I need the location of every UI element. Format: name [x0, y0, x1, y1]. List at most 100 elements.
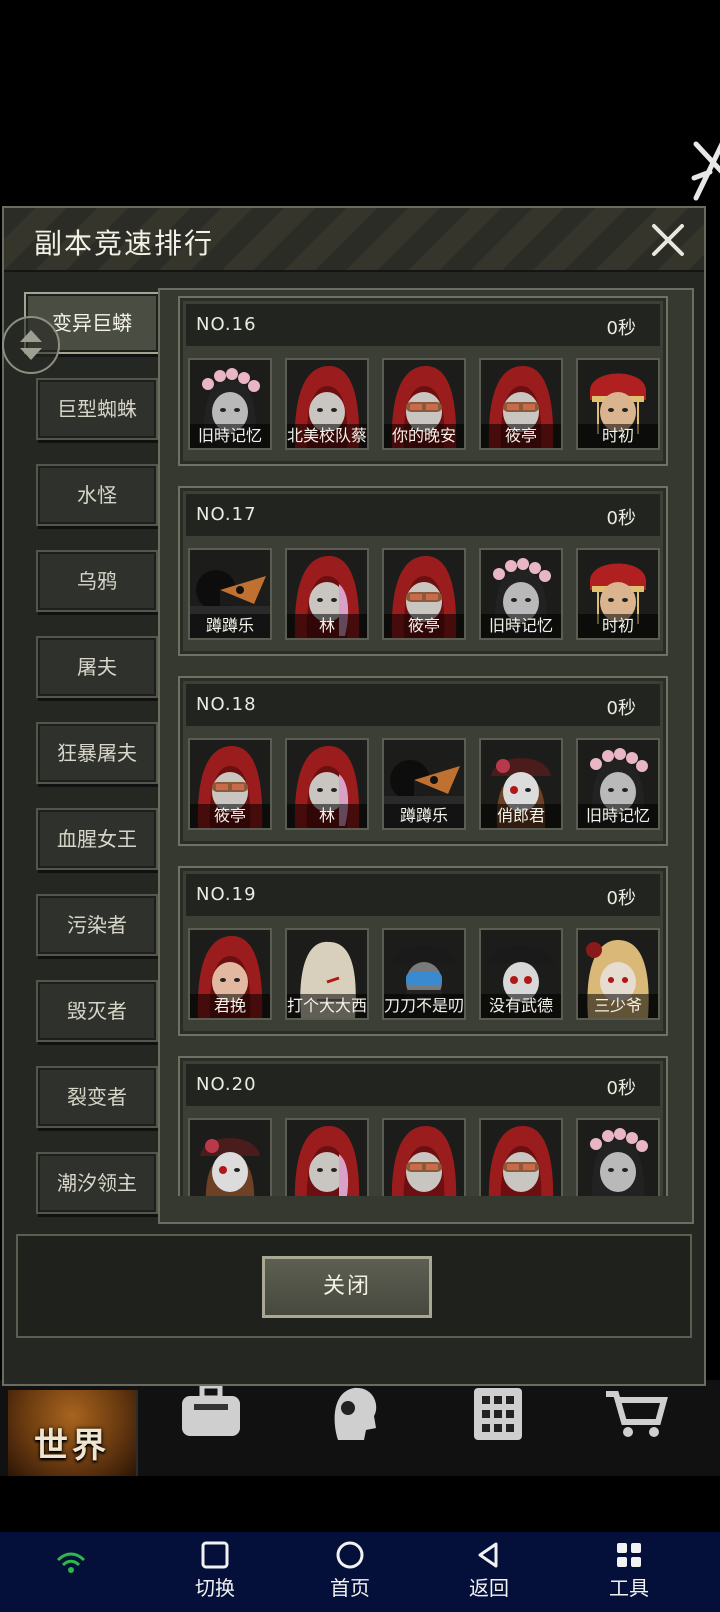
player-avatar[interactable]: 筱亭 — [479, 358, 563, 450]
player-avatar[interactable] — [576, 1118, 660, 1196]
floating-scroll-handle[interactable] — [2, 316, 60, 374]
wifi-icon — [56, 1552, 86, 1573]
player-avatar[interactable]: 三少爷 — [576, 928, 660, 1020]
player-name: 筱亭 — [384, 614, 464, 638]
close-icon[interactable] — [648, 220, 688, 260]
category-item[interactable]: 裂变者 — [36, 1066, 158, 1128]
back-button[interactable]: 返回 — [444, 1540, 534, 1601]
player-avatar[interactable]: 旧時记忆 — [479, 548, 563, 640]
player-avatar[interactable]: 俏郎君 — [479, 738, 563, 830]
player-name: 刀刀不是叨叨 — [384, 994, 464, 1018]
ranking-group: NO.20 0秒 — [178, 1056, 668, 1196]
rank-number: NO.16 — [196, 314, 257, 335]
rank-number: NO.18 — [196, 694, 257, 715]
player-name: 君挽 — [190, 994, 270, 1018]
player-avatar[interactable]: 君挽 — [188, 928, 272, 1020]
player-avatar[interactable]: 筱亭 — [382, 548, 466, 640]
player-avatar[interactable]: 打个大大西 — [285, 928, 369, 1020]
crossed-swords-icon[interactable] — [690, 138, 720, 206]
character-icon[interactable] — [318, 1382, 388, 1442]
player-name: 筱亭 — [481, 424, 561, 448]
game-bottom-nav: 世界 — [0, 1380, 720, 1476]
player-avatar[interactable]: 林 — [285, 738, 369, 830]
rank-number: NO.19 — [196, 884, 257, 905]
switch-button[interactable]: 切换 — [170, 1540, 260, 1601]
ranking-panel[interactable]: NO.16 0秒 旧時记忆 北美校队蔡 你的晚安 筱亭 时初 NO.17 0秒 蹲蹲乐林筱亭 旧時记… — [158, 288, 694, 1224]
circle-icon — [336, 1541, 364, 1569]
rank-number: NO.20 — [196, 1074, 257, 1095]
player-avatar[interactable] — [188, 1118, 272, 1196]
player-name: 三少爷 — [578, 994, 658, 1018]
category-item[interactable]: 水怪 — [36, 464, 158, 526]
player-name: 没有武德 — [481, 994, 561, 1018]
category-item[interactable]: 狂暴屠夫 — [36, 722, 158, 784]
player-name: 旧時记忆 — [481, 614, 561, 638]
player-name: 北美校队蔡 — [287, 424, 367, 448]
home-button[interactable]: 首页 — [305, 1540, 395, 1601]
category-item[interactable]: 屠夫 — [36, 636, 158, 698]
red-hood-pink-portrait — [287, 1120, 367, 1196]
clear-time: 0秒 — [606, 698, 636, 719]
player-name: 林 — [287, 804, 367, 828]
player-avatar[interactable]: 时初 — [576, 548, 660, 640]
up-down-arrows-icon — [20, 330, 42, 360]
home-label: 首页 — [330, 1576, 370, 1600]
dialog-footer: 关闭 — [16, 1234, 692, 1338]
ranking-group: NO.16 0秒旧時记忆 北美校队蔡 你的晚安 筱亭 时初 — [178, 296, 668, 466]
red-hood-goggles-portrait — [481, 1120, 561, 1196]
ranking-header: NO.17 0秒 — [186, 494, 660, 536]
player-avatar[interactable] — [285, 1118, 369, 1196]
rank-number: NO.17 — [196, 504, 257, 525]
ranking-list: NO.16 0秒 旧時记忆 北美校队蔡 你的晚安 筱亭 时初 NO.17 0秒 蹲蹲乐林筱亭 旧時记… — [172, 296, 684, 1196]
shop-cart-icon[interactable] — [602, 1382, 672, 1442]
player-avatar[interactable] — [382, 1118, 466, 1196]
player-avatar[interactable]: 筱亭 — [188, 738, 272, 830]
red-hood-goggles-portrait — [384, 1120, 464, 1196]
ranking-group: NO.19 0秒君挽打个大大西刀刀不是叨叨没有武德三少爷 — [178, 866, 668, 1036]
tools-button[interactable]: 工具 — [584, 1540, 674, 1601]
player-name: 打个大大西 — [287, 994, 367, 1018]
player-name: 旧時记忆 — [190, 424, 270, 448]
world-tab-label: 世界 — [34, 1426, 110, 1466]
player-avatar[interactable]: 刀刀不是叨叨 — [382, 928, 466, 1020]
player-avatar[interactable]: 没有武德 — [479, 928, 563, 1020]
building-icon[interactable] — [464, 1382, 534, 1442]
player-name: 你的晚安 — [384, 424, 464, 448]
player-name: 时初 — [578, 424, 658, 448]
player-avatar[interactable]: 蹲蹲乐 — [382, 738, 466, 830]
player-avatar[interactable]: 你的晚安 — [382, 358, 466, 450]
category-item[interactable]: 乌鸦 — [36, 550, 158, 612]
world-tab[interactable]: 世界 — [8, 1390, 138, 1476]
ranking-header: NO.16 0秒 — [186, 304, 660, 346]
category-item[interactable]: 潮汐领主 — [36, 1152, 158, 1214]
tools-label: 工具 — [609, 1576, 649, 1600]
backpack-icon[interactable] — [176, 1382, 246, 1442]
clear-time: 0秒 — [606, 318, 636, 339]
player-avatar[interactable]: 旧時记忆 — [576, 738, 660, 830]
speed-ranking-dialog: 副本竞速排行 变异巨蟒 巨型蜘蛛 水怪 乌鸦 屠夫 狂暴屠夫 血腥女王 污染者 … — [2, 206, 706, 1386]
category-item[interactable]: 毁灭者 — [36, 980, 158, 1042]
player-avatar[interactable]: 时初 — [576, 358, 660, 450]
player-name: 林 — [287, 614, 367, 638]
player-name: 俏郎君 — [481, 804, 561, 828]
player-avatar[interactable] — [479, 1118, 563, 1196]
close-button[interactable]: 关闭 — [262, 1256, 432, 1318]
player-name: 时初 — [578, 614, 658, 638]
square-icon — [201, 1541, 229, 1569]
category-item[interactable]: 血腥女王 — [36, 808, 158, 870]
clear-time: 0秒 — [606, 888, 636, 909]
player-avatar[interactable]: 林 — [285, 548, 369, 640]
clear-time: 0秒 — [606, 1078, 636, 1099]
ranking-group: NO.18 0秒筱亭林蹲蹲乐 俏郎君 旧時记忆 — [178, 676, 668, 846]
dialog-header: 副本竞速排行 — [4, 208, 704, 272]
player-avatar[interactable]: 蹲蹲乐 — [188, 548, 272, 640]
switch-label: 切换 — [195, 1576, 235, 1600]
category-item[interactable]: 污染者 — [36, 894, 158, 956]
ranking-header: NO.18 0秒 — [186, 684, 660, 726]
player-avatar[interactable]: 旧時记忆 — [188, 358, 272, 450]
player-avatar[interactable]: 北美校队蔡 — [285, 358, 369, 450]
system-nav-bar: 切换 首页 返回 工具 — [0, 1532, 720, 1612]
ranking-header: NO.19 0秒 — [186, 874, 660, 916]
category-item[interactable]: 巨型蜘蛛 — [36, 378, 158, 440]
flower-crown-portrait — [578, 1120, 658, 1196]
